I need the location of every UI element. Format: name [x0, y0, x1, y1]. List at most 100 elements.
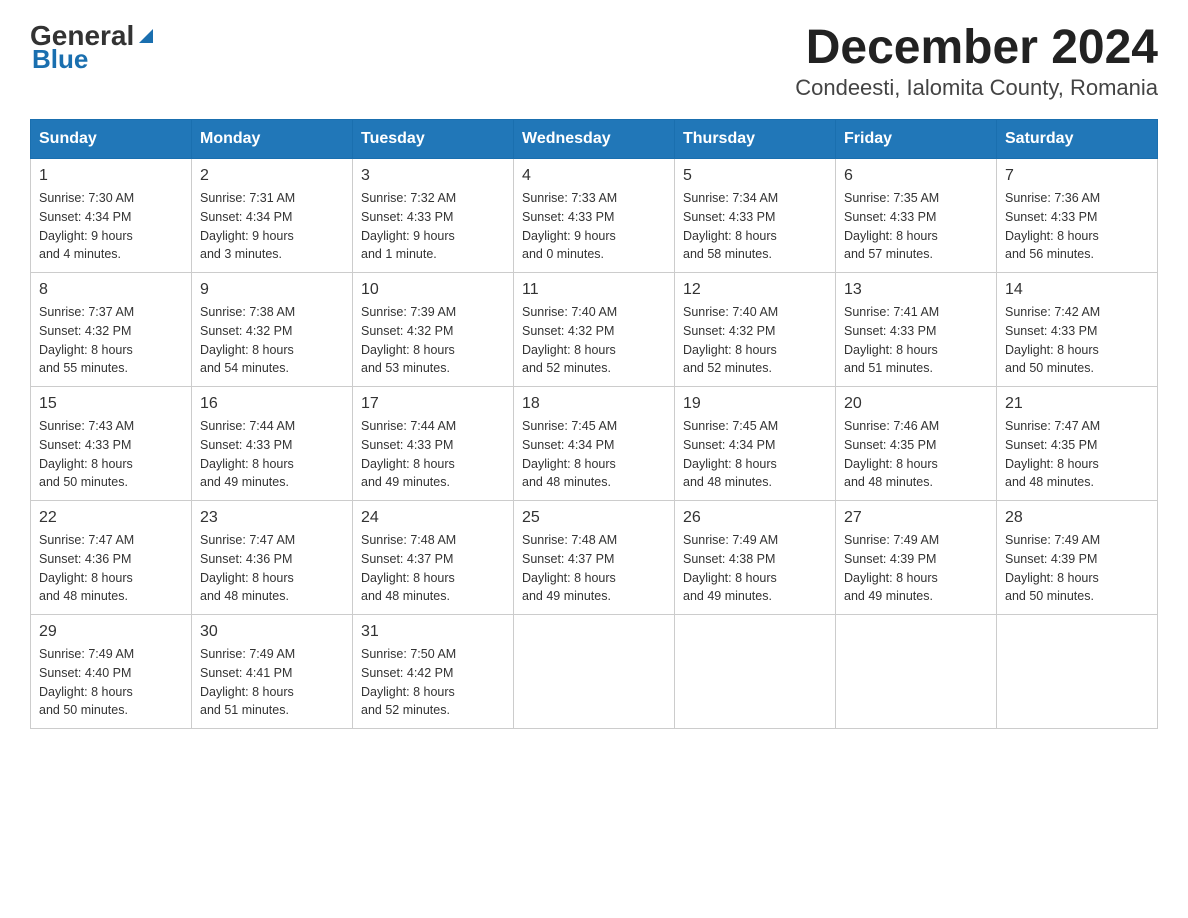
- table-row: 3 Sunrise: 7:32 AMSunset: 4:33 PMDaylight…: [353, 159, 514, 273]
- table-row: 2 Sunrise: 7:31 AMSunset: 4:34 PMDaylight…: [192, 159, 353, 273]
- day-info: Sunrise: 7:49 AMSunset: 4:39 PMDaylight:…: [844, 531, 988, 606]
- col-sunday: Sunday: [31, 120, 192, 159]
- table-row: 9 Sunrise: 7:38 AMSunset: 4:32 PMDaylight…: [192, 273, 353, 387]
- day-number: 17: [361, 395, 505, 413]
- table-row: 18 Sunrise: 7:45 AMSunset: 4:34 PMDayligh…: [514, 387, 675, 501]
- day-number: 12: [683, 281, 827, 299]
- day-info: Sunrise: 7:49 AMSunset: 4:38 PMDaylight:…: [683, 531, 827, 606]
- day-number: 16: [200, 395, 344, 413]
- day-info: Sunrise: 7:47 AMSunset: 4:36 PMDaylight:…: [39, 531, 183, 606]
- day-number: 2: [200, 167, 344, 185]
- col-friday: Friday: [836, 120, 997, 159]
- day-number: 22: [39, 509, 183, 527]
- day-number: 4: [522, 167, 666, 185]
- day-info: Sunrise: 7:44 AMSunset: 4:33 PMDaylight:…: [361, 417, 505, 492]
- logo-blue-text: Blue: [32, 44, 88, 75]
- day-info: Sunrise: 7:34 AMSunset: 4:33 PMDaylight:…: [683, 189, 827, 264]
- day-info: Sunrise: 7:32 AMSunset: 4:33 PMDaylight:…: [361, 189, 505, 264]
- day-info: Sunrise: 7:31 AMSunset: 4:34 PMDaylight:…: [200, 189, 344, 264]
- table-row: 31Sunrise: 7:50 AMSunset: 4:42 PMDayligh…: [353, 615, 514, 729]
- day-number: 24: [361, 509, 505, 527]
- calendar-week-row: 8 Sunrise: 7:37 AMSunset: 4:32 PMDaylight…: [31, 273, 1158, 387]
- day-info: Sunrise: 7:45 AMSunset: 4:34 PMDaylight:…: [683, 417, 827, 492]
- table-row: 20 Sunrise: 7:46 AMSunset: 4:35 PMDayligh…: [836, 387, 997, 501]
- day-info: Sunrise: 7:42 AMSunset: 4:33 PMDaylight:…: [1005, 303, 1149, 378]
- day-number: 15: [39, 395, 183, 413]
- day-number: 9: [200, 281, 344, 299]
- table-row: 17 Sunrise: 7:44 AMSunset: 4:33 PMDayligh…: [353, 387, 514, 501]
- table-row: 22 Sunrise: 7:47 AMSunset: 4:36 PMDayligh…: [31, 501, 192, 615]
- day-number: 26: [683, 509, 827, 527]
- day-info: Sunrise: 7:30 AMSunset: 4:34 PMDaylight:…: [39, 189, 183, 264]
- day-number: 30: [200, 623, 344, 641]
- table-row: 29Sunrise: 7:49 AMSunset: 4:40 PMDayligh…: [31, 615, 192, 729]
- table-row: 11Sunrise: 7:40 AMSunset: 4:32 PMDayligh…: [514, 273, 675, 387]
- day-number: 1: [39, 167, 183, 185]
- day-number: 7: [1005, 167, 1149, 185]
- day-number: 27: [844, 509, 988, 527]
- day-number: 23: [200, 509, 344, 527]
- day-info: Sunrise: 7:38 AMSunset: 4:32 PMDaylight:…: [200, 303, 344, 378]
- table-row: 26 Sunrise: 7:49 AMSunset: 4:38 PMDayligh…: [675, 501, 836, 615]
- day-info: Sunrise: 7:37 AMSunset: 4:32 PMDaylight:…: [39, 303, 183, 378]
- table-row: 30 Sunrise: 7:49 AMSunset: 4:41 PMDayligh…: [192, 615, 353, 729]
- day-number: 10: [361, 281, 505, 299]
- calendar-week-row: 29Sunrise: 7:49 AMSunset: 4:40 PMDayligh…: [31, 615, 1158, 729]
- table-row: 15 Sunrise: 7:43 AMSunset: 4:33 PMDayligh…: [31, 387, 192, 501]
- col-wednesday: Wednesday: [514, 120, 675, 159]
- day-info: Sunrise: 7:48 AMSunset: 4:37 PMDaylight:…: [522, 531, 666, 606]
- day-info: Sunrise: 7:47 AMSunset: 4:35 PMDaylight:…: [1005, 417, 1149, 492]
- day-info: Sunrise: 7:39 AMSunset: 4:32 PMDaylight:…: [361, 303, 505, 378]
- title-block: December 2024 Condeesti, Ialomita County…: [795, 20, 1158, 101]
- day-number: 21: [1005, 395, 1149, 413]
- col-thursday: Thursday: [675, 120, 836, 159]
- table-row: [836, 615, 997, 729]
- day-info: Sunrise: 7:36 AMSunset: 4:33 PMDaylight:…: [1005, 189, 1149, 264]
- calendar-header-row: Sunday Monday Tuesday Wednesday Thursday…: [31, 120, 1158, 159]
- col-saturday: Saturday: [997, 120, 1158, 159]
- calendar-title: December 2024: [795, 20, 1158, 75]
- day-number: 19: [683, 395, 827, 413]
- table-row: 14Sunrise: 7:42 AMSunset: 4:33 PMDayligh…: [997, 273, 1158, 387]
- table-row: 27 Sunrise: 7:49 AMSunset: 4:39 PMDayligh…: [836, 501, 997, 615]
- day-info: Sunrise: 7:41 AMSunset: 4:33 PMDaylight:…: [844, 303, 988, 378]
- table-row: 6 Sunrise: 7:35 AMSunset: 4:33 PMDaylight…: [836, 159, 997, 273]
- col-tuesday: Tuesday: [353, 120, 514, 159]
- day-info: Sunrise: 7:48 AMSunset: 4:37 PMDaylight:…: [361, 531, 505, 606]
- calendar-week-row: 1 Sunrise: 7:30 AMSunset: 4:34 PMDaylight…: [31, 159, 1158, 273]
- day-info: Sunrise: 7:49 AMSunset: 4:41 PMDaylight:…: [200, 645, 344, 720]
- day-info: Sunrise: 7:49 AMSunset: 4:40 PMDaylight:…: [39, 645, 183, 720]
- table-row: 21 Sunrise: 7:47 AMSunset: 4:35 PMDayligh…: [997, 387, 1158, 501]
- table-row: [514, 615, 675, 729]
- table-row: [997, 615, 1158, 729]
- calendar-table: Sunday Monday Tuesday Wednesday Thursday…: [30, 119, 1158, 729]
- col-monday: Monday: [192, 120, 353, 159]
- day-info: Sunrise: 7:45 AMSunset: 4:34 PMDaylight:…: [522, 417, 666, 492]
- table-row: [675, 615, 836, 729]
- day-info: Sunrise: 7:46 AMSunset: 4:35 PMDaylight:…: [844, 417, 988, 492]
- table-row: 25Sunrise: 7:48 AMSunset: 4:37 PMDayligh…: [514, 501, 675, 615]
- table-row: 13 Sunrise: 7:41 AMSunset: 4:33 PMDayligh…: [836, 273, 997, 387]
- calendar-subtitle: Condeesti, Ialomita County, Romania: [795, 75, 1158, 101]
- day-number: 28: [1005, 509, 1149, 527]
- day-info: Sunrise: 7:33 AMSunset: 4:33 PMDaylight:…: [522, 189, 666, 264]
- page-header: General Blue December 2024 Condeesti, Ia…: [30, 20, 1158, 101]
- day-number: 13: [844, 281, 988, 299]
- day-number: 20: [844, 395, 988, 413]
- table-row: 7 Sunrise: 7:36 AMSunset: 4:33 PMDaylight…: [997, 159, 1158, 273]
- day-info: Sunrise: 7:43 AMSunset: 4:33 PMDaylight:…: [39, 417, 183, 492]
- day-number: 8: [39, 281, 183, 299]
- calendar-week-row: 15 Sunrise: 7:43 AMSunset: 4:33 PMDayligh…: [31, 387, 1158, 501]
- table-row: 5 Sunrise: 7:34 AMSunset: 4:33 PMDaylight…: [675, 159, 836, 273]
- table-row: 1 Sunrise: 7:30 AMSunset: 4:34 PMDaylight…: [31, 159, 192, 273]
- table-row: 16Sunrise: 7:44 AMSunset: 4:33 PMDayligh…: [192, 387, 353, 501]
- calendar-week-row: 22 Sunrise: 7:47 AMSunset: 4:36 PMDayligh…: [31, 501, 1158, 615]
- day-number: 6: [844, 167, 988, 185]
- day-info: Sunrise: 7:35 AMSunset: 4:33 PMDaylight:…: [844, 189, 988, 264]
- table-row: 10 Sunrise: 7:39 AMSunset: 4:32 PMDayligh…: [353, 273, 514, 387]
- day-number: 3: [361, 167, 505, 185]
- day-number: 5: [683, 167, 827, 185]
- day-info: Sunrise: 7:49 AMSunset: 4:39 PMDaylight:…: [1005, 531, 1149, 606]
- table-row: 23Sunrise: 7:47 AMSunset: 4:36 PMDayligh…: [192, 501, 353, 615]
- day-number: 18: [522, 395, 666, 413]
